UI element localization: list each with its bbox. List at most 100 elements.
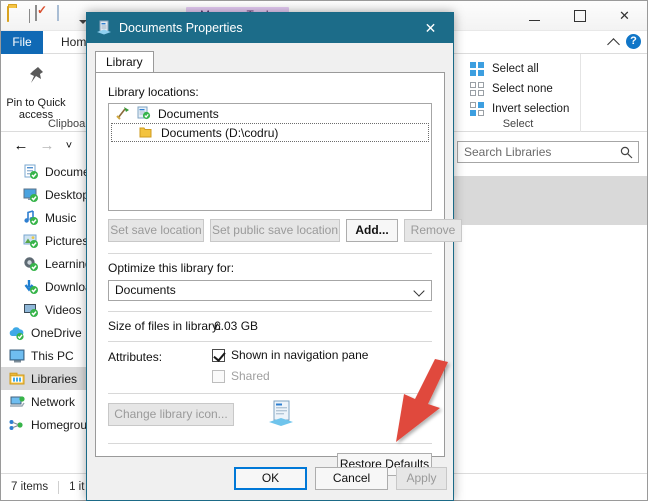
select-group-label: Select [502,118,534,130]
properties-folder-icon[interactable] [7,5,24,22]
sidebar-item-libraries[interactable]: Libraries [1,367,93,390]
sidebar-item-music[interactable]: Music [1,206,93,229]
item-count: 7 items [11,481,49,493]
navigation-pane[interactable]: Documents Desktop Music Pictures [1,160,93,472]
remove-button[interactable]: Remove [404,219,462,242]
recent-locations-button[interactable]: ˅ [59,136,79,156]
sidebar-item-learning[interactable]: Learning [1,252,93,275]
onedrive-icon [9,325,26,341]
change-library-icon-button[interactable]: Change library icon... [108,403,234,426]
desktop-icon [23,187,40,203]
list-item[interactable]: Documents [109,104,431,123]
pin-to-quick-access-button[interactable]: Pin to Quick access [5,60,67,121]
select-all-label: Select all [492,63,539,75]
select-none-button[interactable]: Select none [470,80,553,98]
divider [108,253,432,254]
library-locations-list[interactable]: Documents Documents (D:\codru) [108,103,432,211]
size-label: Size of files in library: [108,319,222,333]
sidebar-item-desktop[interactable]: Desktop [1,183,93,206]
dialog-title-bar: Documents Properties ✕ [87,13,453,43]
homegroup-icon [9,417,26,433]
collapse-ribbon-icon[interactable] [607,38,620,51]
checkbox-label: Shown in navigation pane [231,348,369,362]
default-save-location-icon [115,106,133,122]
select-all-button[interactable]: Select all [470,60,539,78]
optimize-select[interactable]: Documents [108,280,432,301]
sidebar-item-homegroup[interactable]: Homegroup [1,413,93,436]
location-name: Documents (D:\codru) [161,125,279,140]
videos-icon [23,302,40,318]
chevron-down-icon[interactable] [413,285,425,297]
sidebar-label: Learning [45,256,92,271]
ok-button[interactable]: OK [234,467,307,490]
size-value: 6.03 GB [214,319,259,333]
shown-in-navigation-pane-checkbox[interactable]: Shown in navigation pane [212,348,368,362]
divider [108,341,432,342]
forward-button[interactable]: → [37,136,57,156]
library-locations-label: Library locations: [108,85,199,99]
add-button[interactable]: Add... [346,219,398,242]
tab-library[interactable]: Library [95,51,154,73]
location-name: Documents [158,106,219,121]
search-input[interactable]: Search Libraries [457,141,639,163]
sidebar-label: Libraries [31,371,78,386]
optimize-label: Optimize this library for: [108,261,235,275]
select-all-icon [470,62,485,77]
sidebar-label: Network [31,394,76,409]
invert-selection-button[interactable]: Invert selection [470,100,570,118]
library-tab-page: Library locations: Documents Documents (… [95,72,462,476]
select-none-icon [470,82,485,97]
sidebar-item-documents[interactable]: Documents [1,160,93,183]
sidebar-item-downloads[interactable]: Downloads [1,275,93,298]
documents-properties-dialog: Documents Properties ✕ Library Library l… [86,12,462,501]
this-pc-icon [9,348,26,364]
help-icon[interactable]: ? [626,34,641,49]
sidebar-label: Desktop [45,187,90,202]
close-button[interactable]: ✕ [602,1,647,30]
quick-access-toolbar [7,5,87,24]
search-icon[interactable] [620,146,633,159]
downloads-icon [23,279,40,295]
divider [108,393,432,394]
set-public-save-location-button[interactable]: Set public save location [210,219,340,242]
properties-icon[interactable] [35,5,52,22]
window-controls: ✕ [512,1,647,30]
sidebar-label: Pictures [45,233,89,248]
set-save-location-button[interactable]: Set save location [108,219,204,242]
tab-file[interactable]: File [1,31,43,54]
sidebar-label: This PC [31,348,74,363]
maximize-button[interactable] [557,1,602,30]
invert-selection-label: Invert selection [492,103,570,115]
sidebar-item-network[interactable]: Network [1,390,93,413]
documents-library-icon [266,399,296,432]
checkbox-label: Shared [231,369,270,383]
sidebar-label: Videos [45,302,82,317]
dialog-title: Documents Properties [119,21,243,35]
close-icon[interactable]: ✕ [408,13,453,43]
back-button[interactable]: ← [11,136,31,156]
new-folder-icon[interactable] [57,5,74,22]
apply-button[interactable]: Apply [396,467,447,490]
shared-checkbox[interactable]: Shared [212,369,270,383]
libraries-icon [9,371,26,387]
sidebar-label: OneDrive [31,325,82,340]
library-properties-icon [96,20,112,36]
sidebar-item-onedrive[interactable]: OneDrive [1,321,93,344]
sidebar-item-this-pc[interactable]: This PC [1,344,93,367]
sidebar-item-pictures[interactable]: Pictures [1,229,93,252]
learning-icon [23,256,40,272]
sidebar-item-videos[interactable]: Videos [1,298,93,321]
minimize-button[interactable] [512,1,557,30]
ribbon-help-area: ? [607,34,641,51]
folder-icon [138,125,156,141]
list-item[interactable]: Documents (D:\codru) [111,123,429,142]
documents-library-icon [23,164,40,180]
pin-icon [5,60,67,94]
checkbox-box [212,348,225,362]
cancel-button[interactable]: Cancel [315,467,388,490]
attributes-label: Attributes: [108,350,163,364]
dialog-tab-strip: Library [95,51,445,73]
documents-library-icon [135,106,153,122]
sidebar-label: Music [45,210,77,225]
